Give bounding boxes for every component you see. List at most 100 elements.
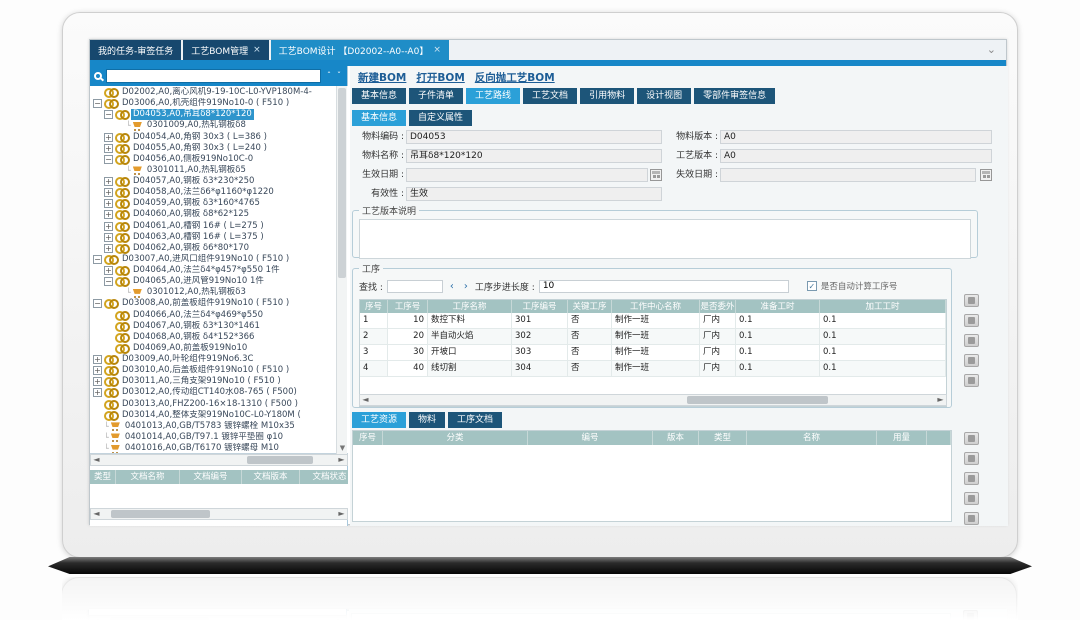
tree-node[interactable]: +D04064,A0,法兰δ4*φ457*φ550 1件 [90, 265, 348, 276]
scroll-left-icon[interactable]: ◄ [91, 509, 102, 519]
expand-icon[interactable]: + [104, 222, 113, 231]
row-action-button[interactable] [964, 294, 979, 307]
tree-node[interactable]: D03014,A0,整体支架919No10C-L0-Y180M ( [90, 410, 348, 421]
version-note-textarea[interactable] [359, 219, 971, 259]
tree-node[interactable]: +D03011,A0,三角支架919No10 ( F510 ) [90, 376, 348, 387]
tree-node[interactable]: +D04058,A0,法兰δ6*φ1160*φ1220 [90, 187, 348, 198]
tree-node[interactable]: D03013,A0,FHZ200-16×18-1310 ( F500 ) [90, 399, 348, 410]
process-row[interactable]: 110数控下料301否制作一班厂内0.10.1 [360, 313, 946, 329]
tree-node[interactable]: +D03012,A0,传动组CT140水08-765 ( F500) [90, 387, 348, 398]
row-action-button[interactable] [964, 512, 979, 525]
tree-node[interactable]: └0301011,A0,热轧钢板δ5 [90, 165, 348, 176]
subtab[interactable]: 自定义属性 [409, 110, 472, 126]
process-row[interactable]: 440线切割304否制作一班厂内0.10.1 [360, 361, 946, 377]
calendar-icon[interactable] [650, 169, 662, 181]
tree-node[interactable]: D04068,A0,钢板 δ4*152*366 [90, 332, 348, 343]
scroll-down-icon[interactable]: ▼ [337, 443, 348, 454]
row-action-button[interactable] [964, 452, 979, 465]
window-tab[interactable]: 工艺BOM设计 【D02002--A0--A0】× [271, 40, 449, 60]
tree-node[interactable]: +D04061,A0,槽钢 16# ( L=275 ) [90, 221, 348, 232]
row-action-button[interactable] [964, 374, 979, 387]
row-action-button[interactable] [964, 432, 979, 445]
tree-node[interactable]: D02002,A0,离心风机9-19-10C-L0-YVP180M-4- [90, 87, 348, 98]
collapse-icon[interactable]: − [104, 155, 113, 164]
expand-icon[interactable]: + [93, 355, 102, 364]
tree-node[interactable]: └0301012,A0,热轧钢板δ3 [90, 287, 348, 298]
expand-icon[interactable]: + [104, 133, 113, 142]
tree-horizontal-scrollbar[interactable]: ◄ ► [90, 454, 348, 466]
resource-tab[interactable]: 工序文档 [448, 412, 502, 428]
scrollbar-thumb[interactable] [687, 396, 828, 404]
tree-node[interactable]: └0401016,A0,GB/T6170 镀锌螺母 M10 [90, 443, 348, 454]
collapse-icon[interactable]: − [93, 299, 102, 308]
tree-node[interactable]: +D04057,A0,钢板 δ3*230*250 [90, 176, 348, 187]
search-prev-icon[interactable]: ˆ [327, 71, 331, 81]
resource-tab[interactable]: 工艺资源 [352, 412, 406, 428]
tree-node[interactable]: −D04056,A0,侧板919No10C-0 [90, 154, 348, 165]
tree-node[interactable]: +D04055,A0,角钢 30x3 ( L=240 ) [90, 143, 348, 154]
tree-node[interactable]: +D03010,A0,后盖板组件919No10 ( F510 ) [90, 365, 348, 376]
tree-node[interactable]: └0401014,A0,GB/T97.1 镀锌平垫圈 φ10 [90, 432, 348, 443]
tree-search-input[interactable] [106, 69, 321, 83]
search-next-icon[interactable]: ˇ [337, 71, 341, 81]
row-action-button[interactable] [964, 492, 979, 505]
tree-node[interactable]: −D03006,A0,机壳组件919No10-0 ( F510 ) [90, 98, 348, 109]
expand-icon[interactable]: + [104, 177, 113, 186]
collapse-icon[interactable]: − [104, 277, 113, 286]
find-input[interactable] [387, 280, 443, 293]
expand-icon[interactable]: + [104, 144, 113, 153]
validity-input[interactable]: 生效 [406, 187, 662, 201]
prev-step-icon[interactable]: ‹ [447, 281, 457, 292]
row-action-button[interactable] [964, 472, 979, 485]
tree-node[interactable]: +D04060,A0,钢板 δ8*62*125 [90, 209, 348, 220]
expand-icon[interactable]: + [93, 366, 102, 375]
step-length-input[interactable] [539, 280, 789, 293]
process-table-scrollbar[interactable]: ◄ ► [359, 394, 947, 406]
process-version-input[interactable]: A0 [720, 149, 992, 163]
scrollbar-thumb[interactable] [247, 456, 313, 464]
expand-icon[interactable]: + [104, 233, 113, 242]
tree-node[interactable]: D04066,A0,法兰δ4*φ469*φ550 [90, 310, 348, 321]
detail-tab[interactable]: 工艺文档 [523, 88, 577, 104]
collapse-icon[interactable]: − [104, 110, 113, 119]
collapse-icon[interactable]: − [93, 99, 102, 108]
process-row[interactable]: 330开坡口303否制作一班厂内0.10.1 [360, 345, 946, 361]
window-tab[interactable]: 工艺BOM管理× [183, 40, 268, 60]
resource-tab[interactable]: 物料 [409, 412, 445, 428]
tree-node[interactable]: D04069,A0,前盖板919No10 [90, 343, 348, 354]
scroll-left-icon[interactable]: ◄ [91, 455, 102, 465]
process-row[interactable]: 220半自动火焰302否制作一班厂内0.10.1 [360, 329, 946, 345]
tree-node[interactable]: └0401013,A0,GB/T5783 镀锌螺栓 M10x35 [90, 421, 348, 432]
detail-tab[interactable]: 工艺路线 [466, 88, 520, 104]
scrollbar-thumb[interactable] [111, 510, 209, 518]
tree-node[interactable]: −D03008,A0,前盖板组件919No10 ( F510 ) [90, 298, 348, 309]
expand-icon[interactable]: + [93, 388, 102, 397]
detail-tab[interactable]: 设计视图 [637, 88, 691, 104]
tree-node[interactable]: −D03007,A0,进风口组件919No10 ( F510 ) [90, 254, 348, 265]
tree-node[interactable]: +D03009,A0,叶轮组件919No6.3C [90, 354, 348, 365]
expand-icon[interactable]: + [104, 199, 113, 208]
expand-icon[interactable]: + [104, 244, 113, 253]
expand-icon[interactable]: + [104, 266, 113, 275]
scroll-right-icon[interactable]: ► [935, 395, 946, 405]
row-action-button[interactable] [964, 314, 979, 327]
tree-node[interactable]: D04067,A0,钢板 δ3*130*1461 [90, 321, 348, 332]
bom-action-link[interactable]: 反向抛工艺BOM [475, 70, 555, 85]
tree-node[interactable]: +D04059,A0,钢板 δ3*160*4765 [90, 198, 348, 209]
collapse-icon[interactable]: − [93, 255, 102, 264]
bom-action-link[interactable]: 新建BOM [358, 70, 406, 85]
effective-date-input[interactable] [406, 168, 648, 182]
expire-date-input[interactable] [720, 168, 976, 182]
tree-node[interactable]: −D04065,A0,进风管919No10 1件 [90, 276, 348, 287]
material-name-input[interactable]: 吊耳δ8*120*120 [406, 149, 662, 163]
detail-tab[interactable]: 零部件审签信息 [694, 88, 775, 104]
calendar-icon[interactable] [980, 169, 992, 181]
expand-icon[interactable]: + [93, 377, 102, 386]
expand-icon[interactable]: + [104, 210, 113, 219]
detail-tab[interactable]: 子件清单 [409, 88, 463, 104]
row-action-button[interactable] [964, 334, 979, 347]
tree-node[interactable]: +D04062,A0,钢板 δ6*80*170 [90, 243, 348, 254]
tab-overflow-chevron-icon[interactable]: ⌄ [987, 43, 996, 56]
next-step-icon[interactable]: › [461, 281, 471, 292]
tree-node[interactable]: └0301009,A0,热轧钢板δ8 [90, 120, 348, 131]
